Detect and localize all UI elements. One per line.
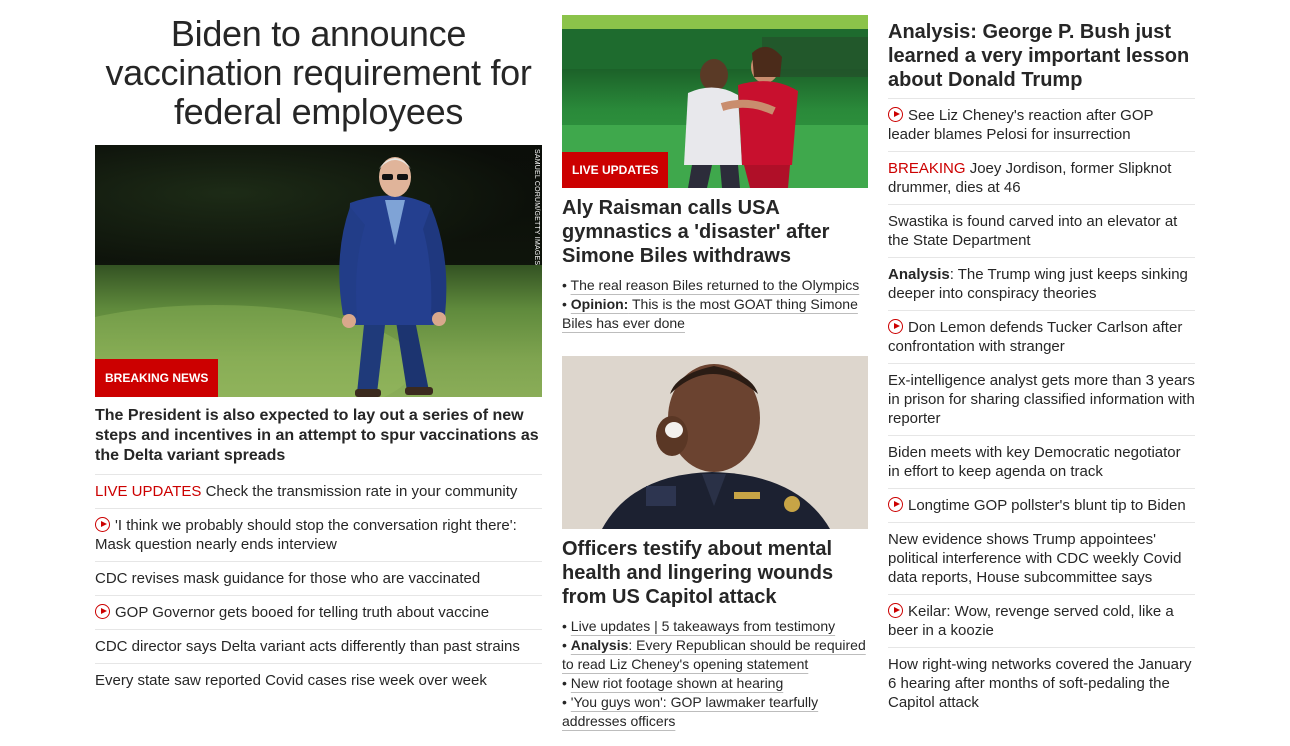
right-list-item[interactable]: Swastika is found carved into an elevato…: [888, 205, 1195, 258]
capitol-headline[interactable]: Officers testify about mental health and…: [562, 537, 868, 609]
list-item-text: Ex-intelligence analyst gets more than 3…: [888, 372, 1195, 427]
list-item-text: GOP Governor gets booed for telling trut…: [115, 604, 490, 621]
capitol-related-list: • Live updates | 5 takeaways from testim…: [562, 617, 868, 731]
gymnastics-image[interactable]: LIVE UPDATES: [562, 15, 868, 188]
lead-list-item[interactable]: LIVE UPDATES Check the transmission rate…: [95, 475, 542, 509]
bullet-text: 'You guys won': GOP lawmaker tearfully a…: [562, 694, 819, 729]
lead-list-item[interactable]: 'I think we probably should stop the con…: [95, 509, 542, 562]
right-list-item[interactable]: New evidence shows Trump appointees' pol…: [888, 523, 1195, 595]
breaking-label: BREAKING: [888, 160, 966, 177]
right-column: Analysis: George P. Bush just learned a …: [888, 20, 1195, 719]
capitol-story: Officers testify about mental health and…: [562, 356, 868, 731]
list-item-text: Don Lemon defends Tucker Carlson after c…: [888, 319, 1183, 355]
list-item-text: CDC revises mask guidance for those who …: [95, 570, 481, 587]
bullet-item[interactable]: • The real reason Biles returned to the …: [562, 276, 868, 295]
live-updates-tag: LIVE UPDATES: [562, 152, 669, 188]
bullet-text: Live updates | 5 takeaways from testimon…: [570, 618, 836, 634]
right-list-item[interactable]: BREAKING Joey Jordison, former Slipknot …: [888, 152, 1195, 205]
list-item-text: Keilar: Wow, revenge served cold, like a…: [888, 603, 1174, 639]
bullet-link[interactable]: Opinion: This is the most GOAT thing Sim…: [562, 296, 858, 331]
right-list-item[interactable]: Keilar: Wow, revenge served cold, like a…: [888, 595, 1195, 648]
lead-list-item[interactable]: CDC revises mask guidance for those who …: [95, 562, 542, 596]
list-item-text: Check the transmission rate in your comm…: [205, 483, 518, 500]
bullet-item[interactable]: • New riot footage shown at hearing: [562, 674, 868, 693]
bullet-item[interactable]: • 'You guys won': GOP lawmaker tearfully…: [562, 693, 868, 731]
list-item-text: Swastika is found carved into an elevato…: [888, 213, 1178, 249]
lead-image[interactable]: SAMUEL CORUM/GETTY IMAGES BREAKING NEWS: [95, 145, 542, 397]
lead-story: Biden to announce vaccination requiremen…: [95, 12, 542, 697]
right-list-item[interactable]: Biden meets with key Democratic negotiat…: [888, 436, 1195, 489]
play-circle-icon: [888, 603, 903, 618]
play-circle-icon: [888, 319, 903, 334]
right-headline[interactable]: Analysis: George P. Bush just learned a …: [888, 20, 1195, 99]
officer-image[interactable]: [562, 356, 868, 529]
play-circle-icon: [95, 604, 110, 619]
right-headline-list: See Liz Cheney's reaction after GOP lead…: [888, 99, 1195, 719]
right-list-item[interactable]: Ex-intelligence analyst gets more than 3…: [888, 364, 1195, 436]
list-item-text: 'I think we probably should stop the con…: [95, 517, 517, 553]
bullet-link[interactable]: New riot footage shown at hearing: [571, 675, 783, 691]
breaking-news-tag: BREAKING NEWS: [95, 359, 219, 397]
lead-description[interactable]: The President is also expected to lay ou…: [95, 406, 542, 475]
bullet-link[interactable]: 'You guys won': GOP lawmaker tearfully a…: [562, 694, 818, 729]
gymnastics-related-list: • The real reason Biles returned to the …: [562, 276, 868, 333]
bullet-item[interactable]: • Live updates | 5 takeaways from testim…: [562, 617, 868, 636]
right-list-item[interactable]: How right-wing networks covered the Janu…: [888, 648, 1195, 719]
middle-column: LIVE UPDATES Aly Raisman calls USA gymna…: [562, 15, 868, 731]
officer-wiping-tears-illustration: [562, 356, 868, 529]
list-item-text: New evidence shows Trump appointees' pol…: [888, 531, 1182, 586]
right-list-item[interactable]: See Liz Cheney's reaction after GOP lead…: [888, 99, 1195, 152]
bullet-bold-label: Opinion:: [570, 296, 629, 312]
right-list-item[interactable]: Don Lemon defends Tucker Carlson after c…: [888, 311, 1195, 364]
right-list-item[interactable]: Analysis: The Trump wing just keeps sink…: [888, 258, 1195, 311]
live-updates-label: LIVE UPDATES: [95, 483, 202, 500]
play-circle-icon: [95, 517, 110, 532]
bullet-item[interactable]: • Opinion: This is the most GOAT thing S…: [562, 295, 868, 333]
list-item-text: Every state saw reported Covid cases ris…: [95, 672, 487, 689]
gymnastics-headline[interactable]: Aly Raisman calls USA gymnastics a 'disa…: [562, 196, 868, 268]
bullet-item[interactable]: • Analysis: Every Republican should be r…: [562, 636, 868, 674]
lead-list-item[interactable]: GOP Governor gets booed for telling trut…: [95, 596, 542, 630]
lead-headline[interactable]: Biden to announce vaccination requiremen…: [95, 12, 542, 131]
analysis-label: Analysis: [888, 266, 950, 283]
bullet-bold-label: Analysis: [570, 637, 629, 653]
lead-related-list: LIVE UPDATES Check the transmission rate…: [95, 475, 542, 697]
photo-credit: SAMUEL CORUM/GETTY IMAGES: [533, 149, 540, 266]
list-item-text: CDC director says Delta variant acts dif…: [95, 638, 520, 655]
play-circle-icon: [888, 107, 903, 122]
bullet-link[interactable]: Live updates | 5 takeaways from testimon…: [571, 618, 835, 634]
right-list-item[interactable]: Longtime GOP pollster's blunt tip to Bid…: [888, 489, 1195, 523]
list-item-text: Biden meets with key Democratic negotiat…: [888, 444, 1181, 480]
bullet-link[interactable]: The real reason Biles returned to the Ol…: [571, 277, 860, 293]
bullet-text: New riot footage shown at hearing: [570, 675, 784, 691]
list-item-text: See Liz Cheney's reaction after GOP lead…: [888, 107, 1154, 143]
bullet-text: The real reason Biles returned to the Ol…: [570, 277, 860, 293]
lead-list-item[interactable]: CDC director says Delta variant acts dif…: [95, 630, 542, 664]
lead-list-item[interactable]: Every state saw reported Covid cases ris…: [95, 664, 542, 697]
list-item-text: Longtime GOP pollster's blunt tip to Bid…: [908, 497, 1186, 514]
bullet-link[interactable]: Analysis: Every Republican should be req…: [562, 637, 866, 672]
play-circle-icon: [888, 497, 903, 512]
list-item-text: How right-wing networks covered the Janu…: [888, 656, 1192, 711]
